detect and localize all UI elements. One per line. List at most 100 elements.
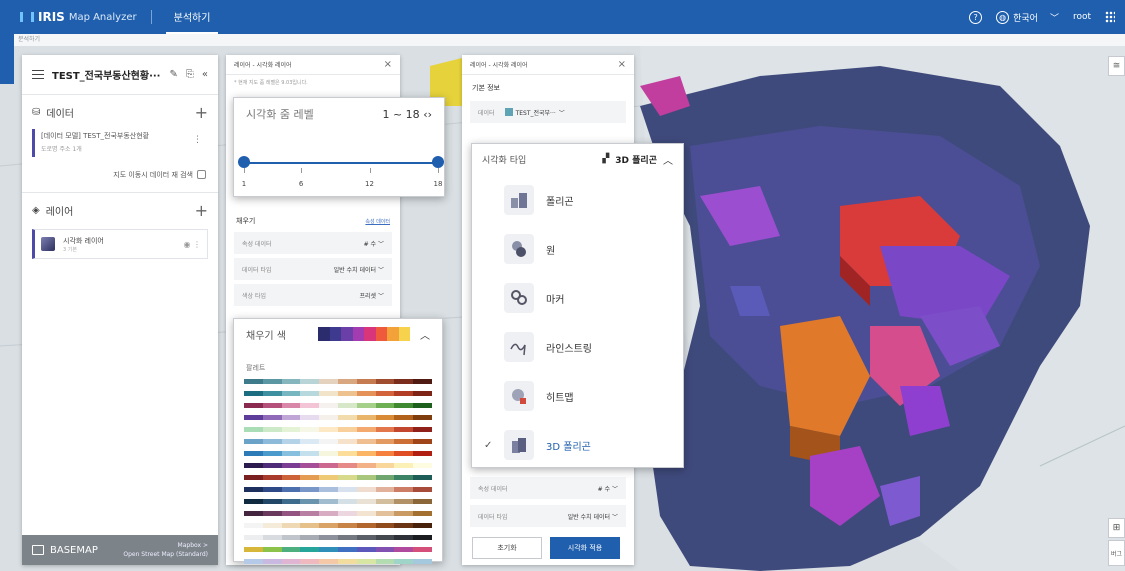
help-icon[interactable]: ? bbox=[969, 10, 983, 24]
palette-option[interactable] bbox=[244, 559, 432, 564]
visibility-icon[interactable]: ◉ ⋮ bbox=[183, 240, 201, 249]
palette-swatch bbox=[337, 535, 357, 540]
close-icon[interactable]: × bbox=[618, 59, 626, 70]
chevron-up-icon[interactable]: ︿ bbox=[420, 327, 430, 342]
palette-option[interactable] bbox=[244, 379, 432, 384]
row-label: 데이터 타입 bbox=[242, 266, 272, 274]
edit-icon[interactable]: ✎ bbox=[169, 69, 177, 80]
chevron-up-icon[interactable]: ︿ bbox=[663, 152, 673, 167]
zoom-tick-label: 6 bbox=[298, 180, 304, 188]
circle-icon bbox=[504, 234, 534, 264]
palette-swatch bbox=[244, 523, 263, 528]
collapse-icon[interactable]: « bbox=[202, 69, 208, 80]
attribute-data-link[interactable]: 속성 데이터 bbox=[365, 218, 390, 225]
zoom-max-handle[interactable] bbox=[432, 156, 444, 168]
basic-info-label: 기본 정보 bbox=[472, 84, 500, 92]
palette-swatch bbox=[356, 511, 376, 516]
basemap-label: BASEMAP bbox=[50, 544, 98, 556]
zoom-tick bbox=[438, 168, 439, 173]
palette-option[interactable] bbox=[244, 475, 432, 480]
palette-option[interactable] bbox=[244, 511, 432, 516]
apply-button[interactable]: 시각화 적용 bbox=[550, 537, 620, 559]
legend-button[interactable]: 버그 bbox=[1108, 540, 1125, 566]
palette-swatch bbox=[300, 391, 320, 396]
palette-swatch bbox=[394, 523, 414, 528]
layer-item[interactable]: 시각화 레이어 3 기본 ◉ ⋮ bbox=[32, 229, 208, 259]
visualization-type-dropdown: 시각화 타입 ▞ 3D 폴리곤 ︿ 폴리곤 원 마커 라인스트링 히트맵 ✓ 3… bbox=[471, 143, 684, 468]
chevron-down-icon: ﹀ bbox=[377, 240, 384, 248]
data-select[interactable]: 데이터 TEST_전국부··· ﹀ bbox=[470, 101, 626, 123]
zoom-min-handle[interactable] bbox=[238, 156, 250, 168]
close-icon[interactable]: × bbox=[384, 59, 392, 70]
add-data-icon[interactable]: + bbox=[195, 103, 208, 122]
palette-swatch bbox=[375, 415, 395, 420]
palette-option[interactable] bbox=[244, 439, 432, 444]
palette-option[interactable] bbox=[244, 547, 432, 552]
palette-option[interactable] bbox=[244, 499, 432, 504]
palette-swatch bbox=[337, 523, 357, 528]
palette-option[interactable] bbox=[244, 427, 432, 432]
type-option-circle[interactable]: 원 bbox=[472, 229, 685, 269]
palette-option[interactable] bbox=[244, 403, 432, 408]
palette-swatch bbox=[281, 427, 301, 432]
palette-option[interactable] bbox=[244, 463, 432, 468]
palette-option[interactable] bbox=[244, 391, 432, 396]
attribute-data-select[interactable]: 속성 데이터 # 수 ﹀ bbox=[470, 477, 626, 499]
palette-swatch bbox=[364, 327, 376, 341]
apps-grid-icon[interactable] bbox=[1105, 11, 1115, 23]
more-icon[interactable]: ⋮ bbox=[193, 135, 202, 145]
type-option-3d-polygon[interactable]: ✓ 3D 폴리곤 bbox=[472, 425, 685, 465]
palette-swatch bbox=[413, 415, 432, 420]
save-icon[interactable]: ⎘ bbox=[186, 69, 194, 80]
basemap-bar[interactable]: BASEMAP Mapbox > Open Street Map (Standa… bbox=[22, 535, 218, 565]
type-option-polygon[interactable]: 폴리곤 bbox=[472, 180, 685, 220]
user-name[interactable]: root bbox=[1073, 12, 1091, 22]
palette-option[interactable] bbox=[244, 535, 432, 540]
palette-swatch bbox=[337, 475, 357, 480]
app-logo[interactable]: IRIS Map Analyzer bbox=[20, 10, 137, 24]
palette-swatch bbox=[394, 427, 414, 432]
palette-swatch bbox=[375, 559, 395, 564]
palette-swatch bbox=[318, 327, 330, 341]
tab-analyze[interactable]: 분석하기 bbox=[165, 0, 219, 34]
type-option-linestring[interactable]: 라인스트링 bbox=[472, 327, 685, 367]
layers-toggle-icon[interactable]: ≅ bbox=[1108, 56, 1125, 76]
layer-section-header: ◈ 레이어 + bbox=[22, 193, 218, 227]
compare-icon[interactable]: ⊞ bbox=[1108, 518, 1125, 538]
3d-polygon-icon bbox=[504, 430, 534, 460]
palette-swatch bbox=[398, 327, 410, 341]
palette-swatch bbox=[356, 451, 376, 456]
palette-swatch bbox=[262, 547, 282, 552]
search-on-move-checkbox[interactable] bbox=[197, 170, 206, 179]
palette-swatch bbox=[413, 535, 432, 540]
palette-swatch bbox=[394, 379, 414, 384]
row-label: 속성 데이터 bbox=[242, 240, 272, 248]
data-item[interactable]: [데이터 모델] TEST_전국부동산현황 도로명 주소 1개 ⋮ bbox=[32, 129, 208, 157]
reset-button[interactable]: 초기화 bbox=[472, 537, 542, 559]
palette-swatch bbox=[329, 327, 341, 341]
palette-swatch bbox=[337, 403, 357, 408]
palette-option[interactable] bbox=[244, 523, 432, 528]
row-value: 일반 수치 데이터 bbox=[333, 266, 377, 274]
attribute-data-select[interactable]: 속성 데이터 # 수 ﹀ bbox=[234, 232, 392, 254]
data-type-select[interactable]: 데이터 타입 일반 수치 데이터 ﹀ bbox=[234, 258, 392, 280]
palette-option[interactable] bbox=[244, 415, 432, 420]
type-option-heatmap[interactable]: 히트맵 bbox=[472, 376, 685, 416]
current-palette[interactable] bbox=[318, 327, 410, 341]
menu-icon[interactable] bbox=[32, 70, 44, 79]
palette-option[interactable] bbox=[244, 451, 432, 456]
zoom-slider-track[interactable] bbox=[244, 162, 438, 164]
zoom-tick-label: 18 bbox=[433, 180, 443, 188]
palette-swatch bbox=[413, 487, 432, 492]
language-selector[interactable]: ◍ 한국어 ﹀ bbox=[996, 10, 1059, 24]
palette-swatch bbox=[319, 475, 338, 480]
add-layer-icon[interactable]: + bbox=[195, 201, 208, 220]
palette-option[interactable] bbox=[244, 487, 432, 492]
type-option-marker[interactable]: 마커 bbox=[472, 278, 685, 318]
palette-swatch bbox=[394, 451, 414, 456]
palette-swatch bbox=[281, 499, 301, 504]
code-arrows-icon[interactable]: ‹› bbox=[423, 108, 432, 121]
data-type-select[interactable]: 데이터 타입 일반 수치 데이터 ﹀ bbox=[470, 505, 626, 527]
color-type-select[interactable]: 색상 타입 프리셋 ﹀ bbox=[234, 284, 392, 306]
palette-swatch bbox=[356, 391, 376, 396]
